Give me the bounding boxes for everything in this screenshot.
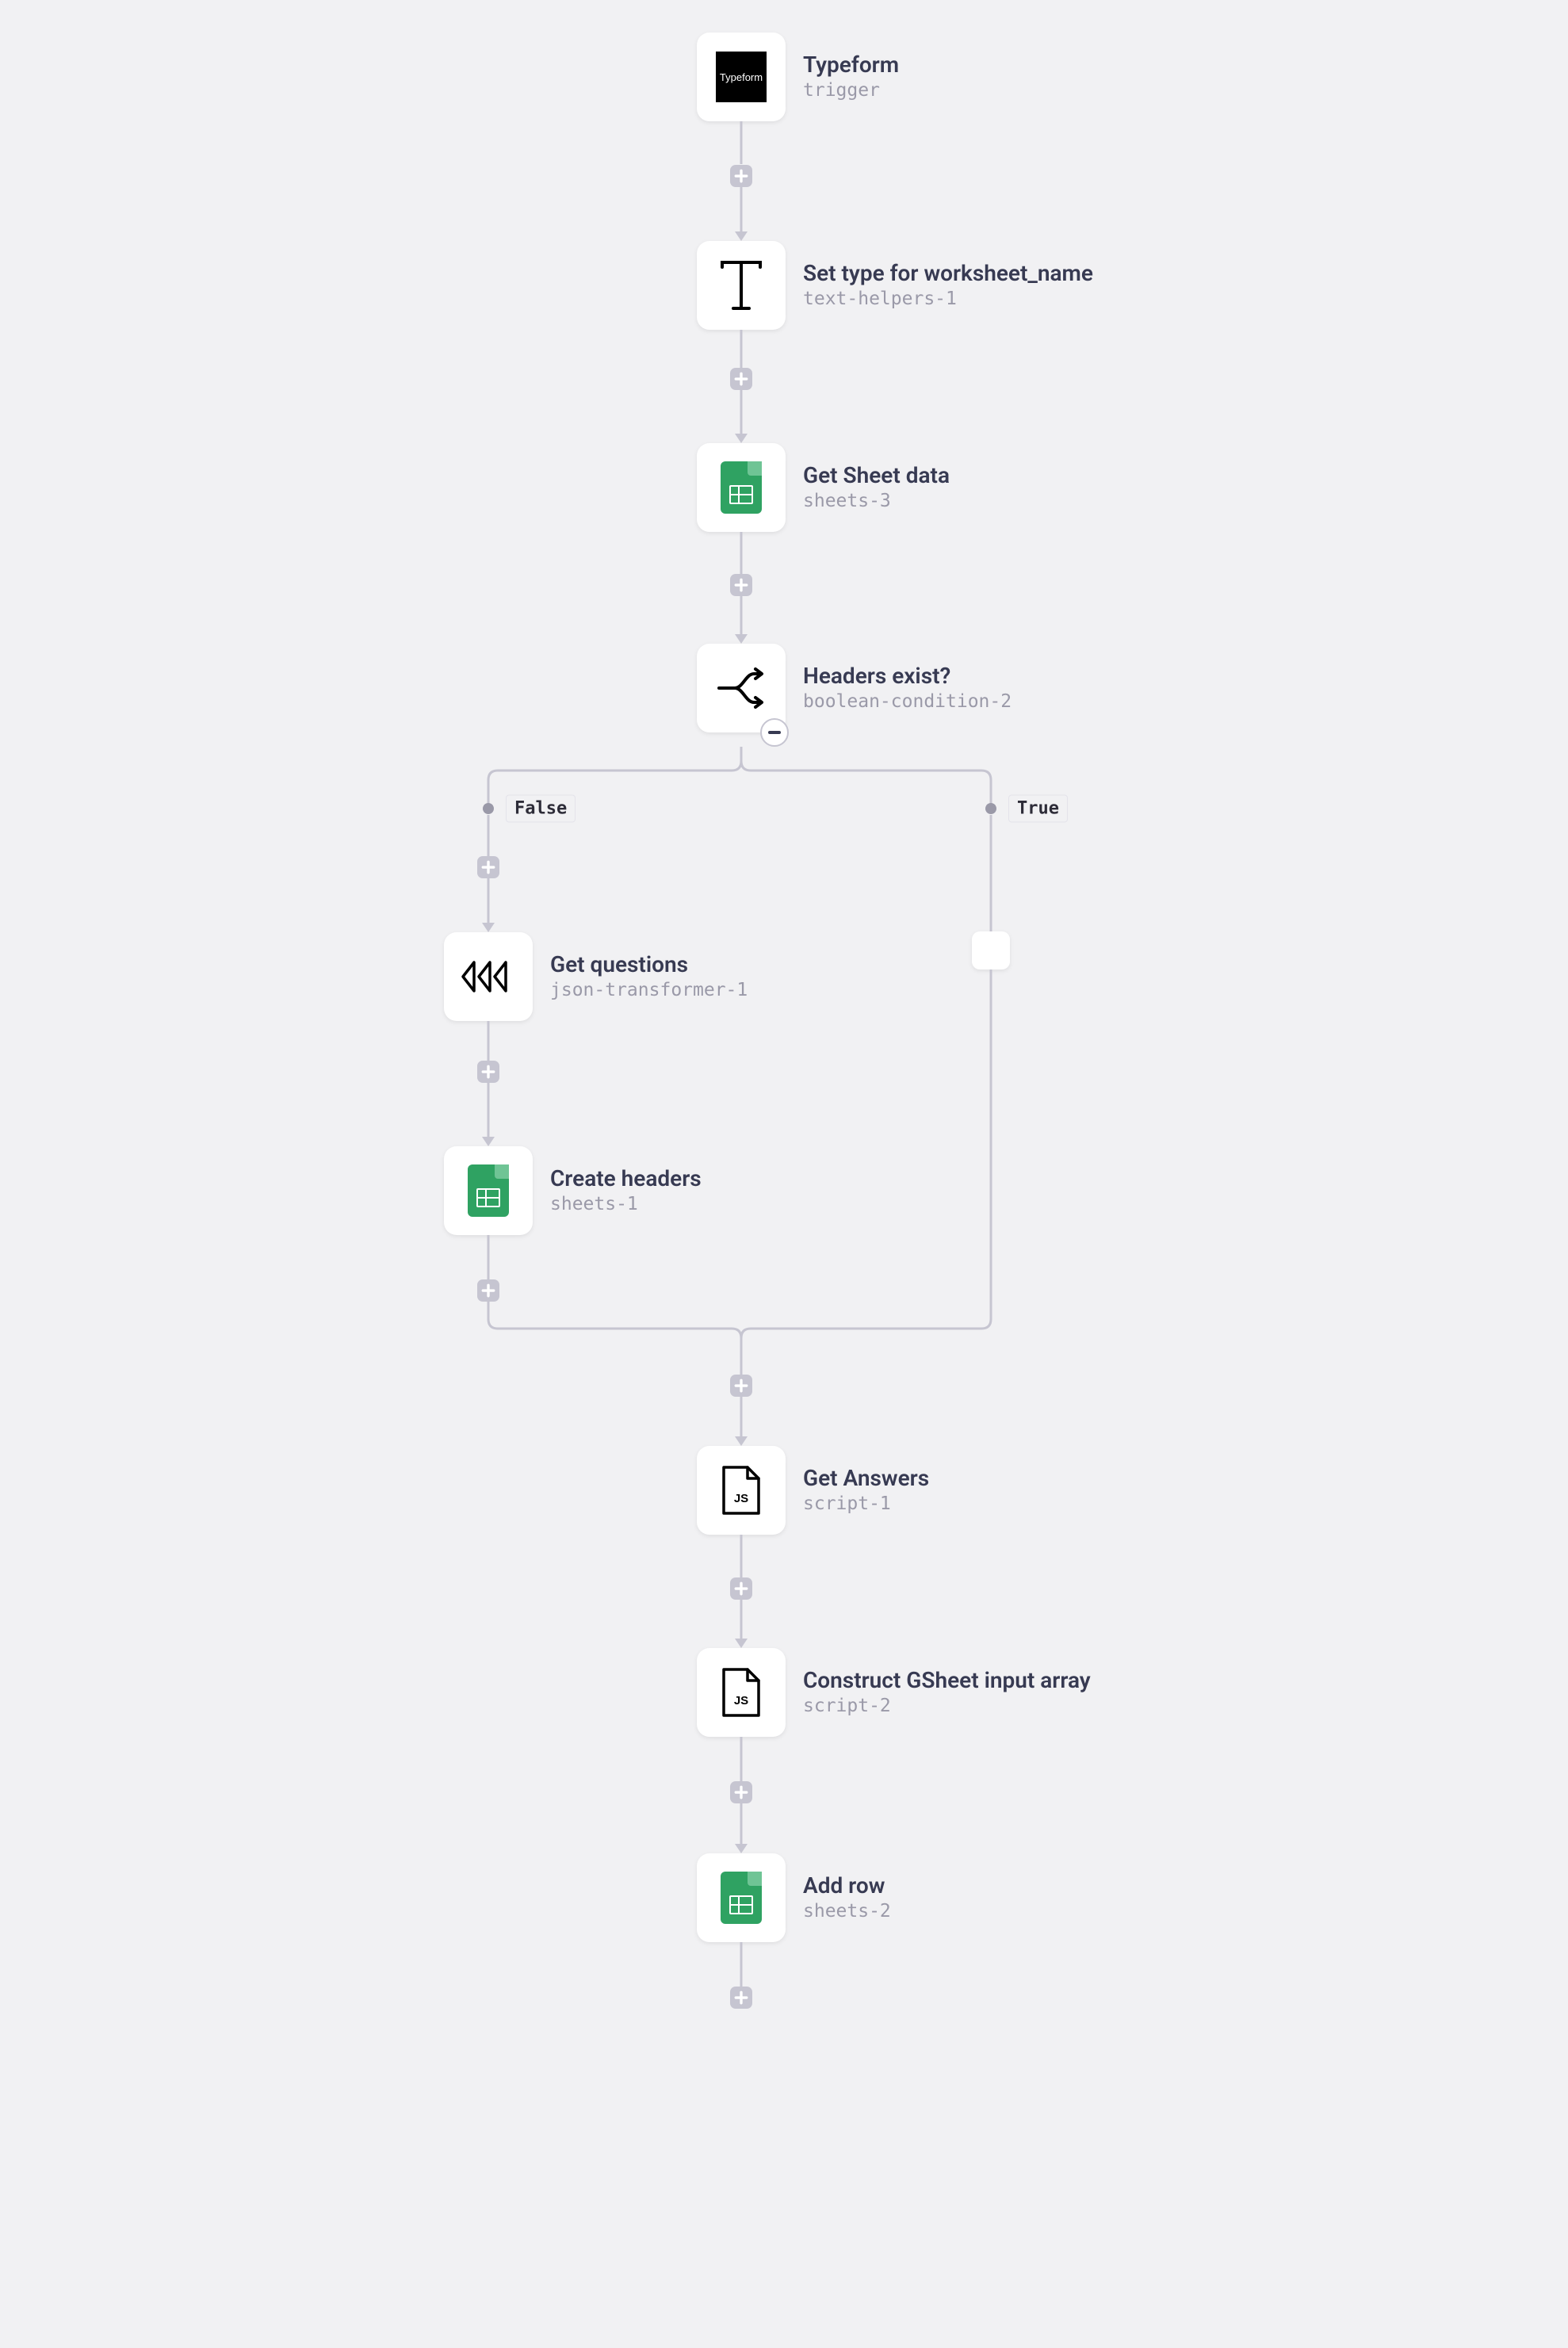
connector	[740, 121, 743, 164]
node-title: Create headers	[550, 1167, 702, 1191]
node-subtitle: text-helpers-1	[803, 289, 1093, 309]
node-title: Typeform	[803, 53, 899, 78]
connector	[740, 1803, 743, 1844]
branch-dot	[985, 803, 996, 814]
add-step-button[interactable]	[730, 574, 752, 596]
connector	[740, 187, 743, 231]
node-subtitle: trigger	[803, 80, 899, 101]
node-title: Add row	[803, 1874, 891, 1899]
add-step-button[interactable]	[477, 1279, 499, 1302]
node-title: Get Answers	[803, 1467, 929, 1491]
svg-text:JS: JS	[734, 1694, 748, 1707]
add-step-button[interactable]	[730, 368, 752, 390]
arrow-icon	[735, 231, 748, 241]
node-construct-input[interactable]: JS Construct GSheet input array script-2	[697, 1648, 1091, 1737]
connector	[740, 1397, 743, 1436]
connector	[488, 815, 490, 856]
connector	[740, 1942, 743, 1987]
node-typeform[interactable]: Typeform Typeform trigger	[697, 33, 899, 121]
node-set-type[interactable]: Set type for worksheet_name text-helpers…	[697, 241, 1093, 330]
google-sheets-icon	[697, 1853, 786, 1942]
node-title: Get questions	[550, 953, 748, 977]
node-create-headers[interactable]: Create headers sheets-1	[444, 1146, 702, 1235]
google-sheets-icon	[444, 1146, 533, 1235]
node-subtitle: script-2	[803, 1696, 1091, 1716]
google-sheets-icon	[697, 443, 786, 532]
arrow-icon	[735, 634, 748, 644]
add-step-button[interactable]	[730, 1987, 752, 2009]
connector	[488, 1235, 490, 1279]
add-step-button[interactable]	[730, 1577, 752, 1600]
connector	[740, 1535, 743, 1577]
svg-text:JS: JS	[734, 1492, 748, 1505]
connector	[740, 330, 743, 368]
branch-false-label: False	[506, 795, 576, 823]
node-title: Set type for worksheet_name	[803, 262, 1093, 286]
node-get-questions[interactable]: Get questions json-transformer-1	[444, 932, 748, 1021]
branch-merge-connector	[0, 0, 1110, 1585]
typeform-icon: Typeform	[697, 33, 786, 121]
node-get-answers[interactable]: JS Get Answers script-1	[697, 1446, 929, 1535]
branch-connector	[0, 0, 1110, 872]
node-subtitle: sheets-2	[803, 1901, 891, 1922]
arrow-icon	[482, 1137, 495, 1146]
connector	[740, 596, 743, 634]
connector	[740, 1737, 743, 1781]
node-title: Get Sheet data	[803, 464, 950, 488]
connector	[488, 1083, 490, 1137]
node-subtitle: sheets-3	[803, 491, 950, 511]
connector	[990, 815, 992, 931]
json-transformer-icon	[444, 932, 533, 1021]
add-step-button[interactable]	[477, 1061, 499, 1083]
add-step-button[interactable]	[477, 856, 499, 878]
script-icon: JS	[697, 1648, 786, 1737]
connector	[740, 1600, 743, 1639]
branch-true-label: True	[1008, 795, 1068, 823]
node-headers-exist[interactable]: Headers exist? boolean-condition-2	[697, 644, 1012, 732]
script-icon: JS	[697, 1446, 786, 1535]
node-subtitle: script-1	[803, 1493, 929, 1514]
add-step-button[interactable]	[730, 165, 752, 187]
arrow-icon	[482, 923, 495, 932]
node-get-sheet[interactable]: Get Sheet data sheets-3	[697, 443, 950, 532]
node-add-row[interactable]: Add row sheets-2	[697, 1853, 891, 1942]
connector	[740, 390, 743, 434]
node-title: Headers exist?	[803, 664, 1012, 689]
add-step-button[interactable]	[730, 1375, 752, 1397]
arrow-icon	[735, 1436, 748, 1446]
text-icon	[697, 241, 786, 330]
connector	[488, 1021, 490, 1061]
connector	[740, 532, 743, 574]
add-step-button[interactable]	[730, 1781, 752, 1803]
branch-dot	[483, 803, 494, 814]
node-subtitle: json-transformer-1	[550, 980, 748, 1000]
node-empty[interactable]	[972, 931, 1010, 969]
collapse-branch-button[interactable]	[760, 718, 789, 747]
node-subtitle: boolean-condition-2	[803, 691, 1012, 712]
connector	[488, 878, 490, 923]
node-title: Construct GSheet input array	[803, 1669, 1091, 1693]
node-subtitle: sheets-1	[550, 1194, 702, 1214]
arrow-icon	[735, 1639, 748, 1648]
arrow-icon	[735, 434, 748, 443]
empty-node-icon	[972, 931, 1010, 969]
arrow-icon	[735, 1844, 748, 1853]
